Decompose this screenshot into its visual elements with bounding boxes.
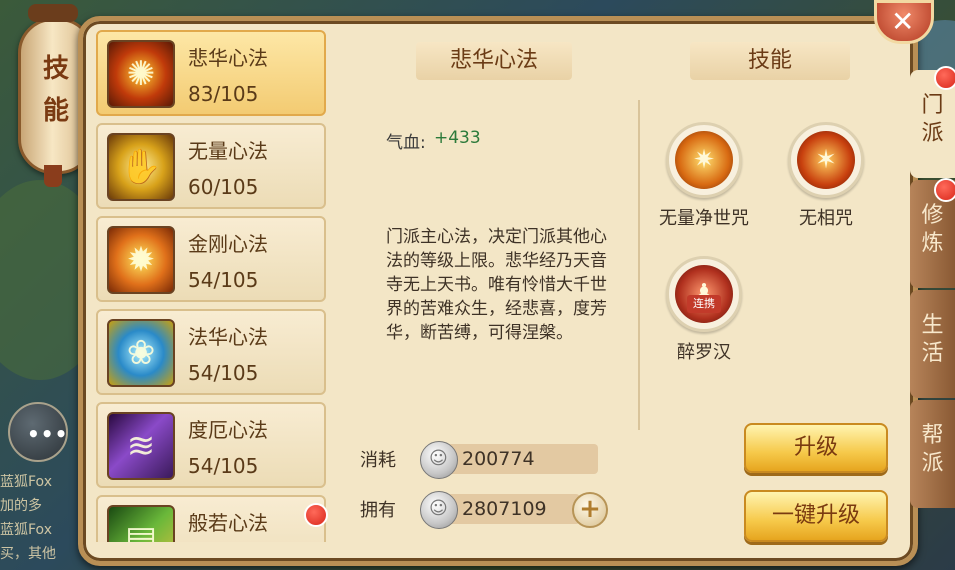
skill-level: 54/105 — [188, 268, 259, 292]
consume-value: 200774 — [462, 448, 535, 470]
combo-tag: 连携 — [687, 295, 721, 313]
skill-name: 度厄心法 — [188, 418, 268, 442]
skill-slot-name: 醉罗汉 — [677, 342, 731, 363]
notification-dot-icon — [934, 178, 955, 202]
skill-list-item[interactable]: ✋ 无量心法 60/105 — [96, 123, 326, 209]
skill-level: 54/105 — [188, 454, 259, 478]
skill-slot-name: 无量净世咒 — [659, 208, 749, 229]
tab-guild[interactable]: 帮派 — [910, 400, 955, 508]
stat-label: 气血: — [386, 133, 426, 153]
skill-name: 般若心法 — [188, 511, 268, 535]
stat-value: +433 — [434, 128, 481, 148]
add-currency-button[interactable]: + — [572, 492, 608, 528]
tab-life[interactable]: 生活 — [910, 290, 955, 398]
chat-line: 买，其他 — [0, 546, 56, 562]
tab-label: 生活 — [921, 313, 944, 366]
skill-slot[interactable]: ✶ 无相咒 — [776, 122, 876, 230]
arhat-icon: ♟ — [675, 265, 733, 323]
skills-title: 技能 — [676, 42, 864, 86]
sun-burst-icon: ✺ — [107, 40, 175, 108]
fire-burst-icon: ✷ — [675, 131, 733, 189]
green-scroll-icon: ▤ — [107, 505, 175, 542]
chat-line: 蓝狐Fox — [0, 522, 52, 538]
skill-name: 法华心法 — [188, 325, 268, 349]
section-divider — [638, 100, 640, 430]
tab-label: 修炼 — [921, 203, 944, 256]
skill-list-item[interactable]: ≋ 度厄心法 54/105 — [96, 402, 326, 488]
notification-dot-icon — [304, 503, 328, 527]
blue-lotus-icon: ❀ — [107, 319, 175, 387]
flame-slash-icon: ✶ — [797, 131, 855, 189]
skill-description: 门派主心法，决定门派其他心法的等级上限。悲华经乃天音寺无上天书。唯有怜惜大千世界… — [386, 227, 607, 343]
chat-button[interactable]: ••• — [8, 402, 68, 462]
skill-list-item[interactable]: ✺ 悲华心法 83/105 — [96, 30, 326, 116]
skill-list[interactable]: ✺ 悲华心法 83/105 ✋ 无量心法 60/105 ✹ 金刚心法 54/10… — [96, 30, 328, 542]
purple-wave-icon: ≋ — [107, 412, 175, 480]
skill-slot-name: 无相咒 — [799, 208, 853, 229]
skill-slot[interactable]: ♟ 连携 醉罗汉 — [654, 256, 754, 364]
skill-name: 悲华心法 — [188, 46, 268, 70]
skill-name: 金刚心法 — [188, 232, 268, 256]
chat-line: 蓝狐Fox — [0, 474, 52, 490]
lantern-cap — [28, 4, 78, 22]
skill-level: 60/105 — [188, 175, 259, 199]
own-value: 2807109 — [462, 498, 547, 520]
detail-title: 悲华心法 — [402, 42, 586, 86]
upgrade-all-button[interactable]: 一键升级 — [744, 490, 888, 542]
notification-dot-icon — [934, 66, 955, 90]
tab-label: 帮派 — [921, 423, 944, 476]
skill-level: 54/105 — [188, 361, 259, 385]
skill-list-item[interactable]: ❀ 法华心法 54/105 — [96, 309, 326, 395]
skill-slot[interactable]: ✷ 无量净世咒 — [654, 122, 754, 230]
skill-level: 83/105 — [188, 82, 259, 106]
tab-label: 门派 — [921, 93, 944, 146]
own-label: 拥有 — [360, 500, 396, 521]
upgrade-button[interactable]: 升级 — [744, 423, 888, 473]
golden-hand-icon: ✋ — [107, 133, 175, 201]
skill-list-item[interactable]: ▤ 般若心法 — [96, 495, 328, 542]
silver-coin-icon: ☺ — [420, 491, 458, 529]
close-icon: ✕ — [891, 5, 915, 38]
silver-coin-icon: ☺ — [420, 441, 458, 479]
chat-log: 蓝狐Fox 加的多 蓝狐Fox 买，其他 — [0, 470, 80, 566]
consume-label: 消耗 — [360, 450, 396, 471]
skill-list-item[interactable]: ✹ 金刚心法 54/105 — [96, 216, 326, 302]
chat-bubble-icon: ••• — [27, 422, 69, 446]
skill-name: 无量心法 — [188, 139, 268, 163]
chat-line: 加的多 — [0, 498, 42, 514]
lantern-tassel — [44, 165, 62, 187]
golden-wheel-icon: ✹ — [107, 226, 175, 294]
